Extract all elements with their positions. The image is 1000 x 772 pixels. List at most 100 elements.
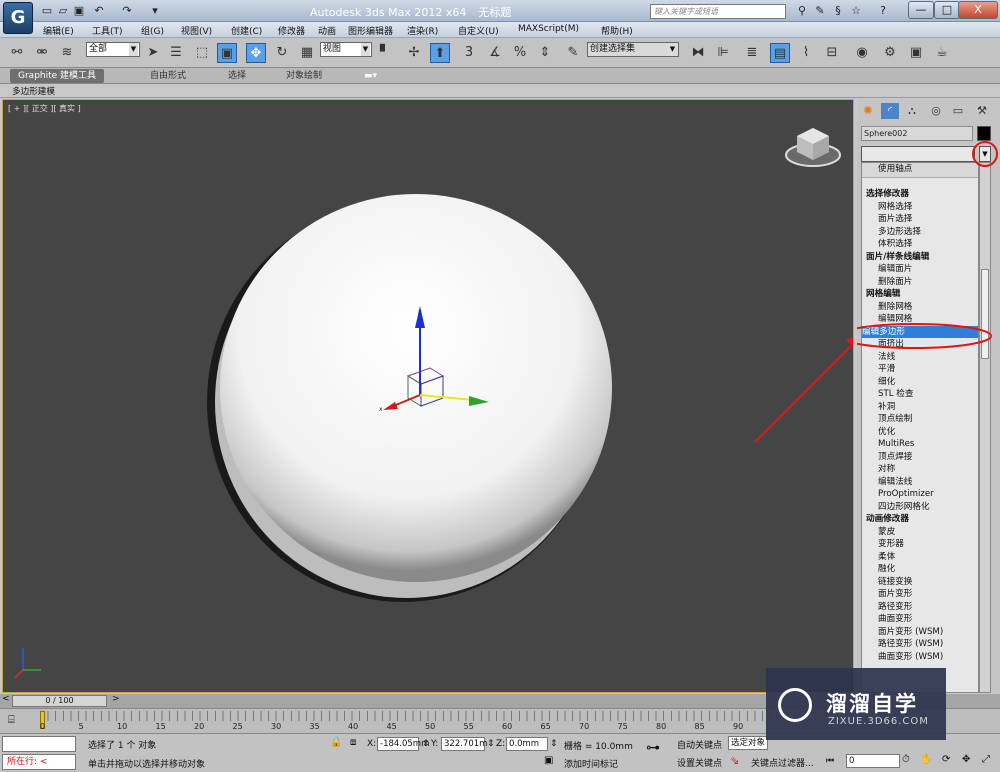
set-key-button[interactable]: 设置关键点 <box>677 756 722 769</box>
selection-filter-dropdown[interactable]: 全部 <box>86 42 140 57</box>
modifier-item[interactable]: 链接变换 <box>862 576 978 589</box>
scrollbar-thumb[interactable] <box>981 269 989 359</box>
spinner-snap-icon[interactable]: ⇕ <box>535 43 555 63</box>
maxscript-prompt[interactable]: 所在行: < <box>2 754 76 770</box>
motion-tab-icon[interactable]: ◎ <box>927 103 945 119</box>
reference-coordinate-dropdown[interactable]: 视图 <box>320 42 372 57</box>
curve-editor-icon[interactable]: ⌇ <box>796 43 816 63</box>
z-spinner-icon[interactable]: ⇕ <box>550 739 558 749</box>
key-icon[interactable]: ⊶ <box>646 740 660 756</box>
open-file-icon[interactable]: ▱ <box>56 4 70 18</box>
modifier-item[interactable]: 四边形网格化 <box>862 501 978 514</box>
create-tab-icon[interactable]: ✺ <box>859 103 877 119</box>
modifier-item[interactable]: 面片变形 <box>862 588 978 601</box>
modifier-item[interactable]: 曲面变形 (WSM) <box>862 651 978 664</box>
customize-arrow-icon[interactable]: ▾ <box>148 4 162 18</box>
zoom-icon[interactable]: ✋ <box>920 754 932 765</box>
modifier-item[interactable]: 柔体 <box>862 551 978 564</box>
select-object-icon[interactable]: ➤ <box>143 43 163 63</box>
menu-item[interactable]: 图形编辑器 <box>348 24 393 37</box>
binoculars-icon[interactable]: ⚲ <box>795 4 809 18</box>
modifier-item[interactable]: 平滑 <box>862 363 978 376</box>
modifier-item[interactable]: 面挤出 <box>862 338 978 351</box>
bind-space-warp-icon[interactable]: ≋ <box>57 43 77 63</box>
link-icon[interactable]: ⚯ <box>7 43 27 63</box>
menu-item[interactable]: 编辑(E) <box>43 24 74 37</box>
maximize-button[interactable]: □ <box>934 1 960 19</box>
pan-view-icon[interactable]: ✥ <box>962 754 970 765</box>
select-and-scale-icon[interactable]: ▦ <box>297 43 317 63</box>
modifier-item[interactable]: 体积选择 <box>862 238 978 251</box>
modifier-list[interactable]: 使用轴点 选择修改器 网格选择 面片选择 多边形选择 体积选择 面片/样条线编辑 编辑面片 删除… <box>861 162 979 693</box>
z-coordinate-field[interactable]: 0.0mm <box>506 737 548 751</box>
y-spinner-icon[interactable]: ⇕ <box>487 739 495 749</box>
angle-snap-icon[interactable]: ∡ <box>485 43 505 63</box>
save-icon[interactable]: ▣ <box>72 4 86 18</box>
auto-key-button[interactable]: 自动关键点 <box>677 738 722 751</box>
x-coordinate-field[interactable]: -184.05mm <box>377 737 429 751</box>
hierarchy-tab-icon[interactable]: ⛬ <box>903 103 921 119</box>
current-frame-field[interactable]: 0 <box>846 754 900 768</box>
rect-selection-icon[interactable]: ⬚ <box>192 43 212 63</box>
modifier-item[interactable]: 删除网格 <box>862 301 978 314</box>
y-coordinate-field[interactable]: 322.701m <box>441 737 487 751</box>
modifier-item[interactable]: 细化 <box>862 376 978 389</box>
tab-object-paint[interactable]: 对象绘制 <box>278 69 330 83</box>
graphite-toggle-icon[interactable]: ▤ <box>770 43 790 63</box>
minimize-button[interactable]: — <box>908 1 934 19</box>
menu-item[interactable]: 组(G) <box>141 24 164 37</box>
new-file-icon[interactable]: ▭ <box>40 4 54 18</box>
modifier-list-dropdown[interactable] <box>861 146 975 162</box>
modifier-item[interactable]: 蒙皮 <box>862 526 978 539</box>
snaps-toggle-icon[interactable]: 3 <box>459 43 479 63</box>
modifier-item[interactable]: 网格选择 <box>862 201 978 214</box>
utilities-tab-icon[interactable]: ⚒ <box>973 103 991 119</box>
layer-manager-icon[interactable]: ≣ <box>742 43 762 63</box>
modifier-item[interactable]: 多边形选择 <box>862 226 978 239</box>
modifier-item[interactable]: 编辑多边形 <box>862 325 978 338</box>
display-tab-icon[interactable]: ▭ <box>949 103 967 119</box>
schematic-view-icon[interactable]: ⊟ <box>822 43 842 63</box>
modifier-item[interactable]: 法线 <box>862 351 978 364</box>
mini-curve-editor-icon[interactable]: ⌸ <box>8 713 15 727</box>
menu-item[interactable]: 工具(T) <box>92 24 123 37</box>
modifier-item[interactable]: 删除面片 <box>862 276 978 289</box>
modifier-item[interactable]: 路径变形 <box>862 601 978 614</box>
select-and-rotate-icon[interactable]: ↻ <box>272 43 292 63</box>
percent-snap-icon[interactable]: % <box>510 43 530 63</box>
time-config-icon[interactable]: ⏱ <box>902 754 910 765</box>
menu-item[interactable]: 自定义(U) <box>458 24 499 37</box>
subscription-icon[interactable]: ✎ <box>813 4 827 18</box>
tab-graphite-modeling[interactable]: Graphite 建模工具 <box>10 69 105 83</box>
menu-item[interactable]: 动画 <box>318 24 336 37</box>
modifier-item[interactable]: 优化 <box>862 426 978 439</box>
sphere-object[interactable] <box>207 194 612 602</box>
set-key-icon[interactable]: ⇘ <box>730 754 739 767</box>
menu-item[interactable]: 帮助(H) <box>601 24 633 37</box>
rendered-frame-icon[interactable]: ▣ <box>906 43 926 63</box>
object-color-swatch[interactable] <box>977 126 991 141</box>
orbit-icon[interactable]: ⟳ <box>942 754 950 765</box>
render-teapot-icon[interactable]: ☕ <box>932 43 952 63</box>
menu-item[interactable]: 修改器 <box>278 24 305 37</box>
modifier-item[interactable]: 变形器 <box>862 538 978 551</box>
select-manipulate-icon[interactable]: ✢ <box>404 43 424 63</box>
modifier-item[interactable]: 使用轴点 <box>862 163 978 178</box>
maxscript-listener[interactable] <box>2 736 76 752</box>
modifier-item[interactable]: ProOptimizer <box>862 488 978 501</box>
modifier-item[interactable]: 面片变形 (WSM) <box>862 626 978 639</box>
polygon-modeling-panel[interactable]: 多边形建模 <box>12 85 55 97</box>
modifier-item[interactable]: 编辑面片 <box>862 263 978 276</box>
modifier-item[interactable]: 编辑法线 <box>862 476 978 489</box>
align-icon[interactable]: ⊫ <box>713 43 733 63</box>
menu-item[interactable]: MAXScript(M) <box>518 24 579 34</box>
modifier-item[interactable]: 对称 <box>862 463 978 476</box>
modifier-item[interactable]: 顶点焊接 <box>862 451 978 464</box>
named-selection-dropdown[interactable]: 创建选择集 <box>587 42 679 57</box>
object-name-field[interactable]: Sphere002 <box>861 126 973 141</box>
material-editor-icon[interactable]: ◉ <box>852 43 872 63</box>
key-filters-button[interactable]: 关键点过滤器... <box>751 756 814 769</box>
redo-icon[interactable]: ↷ <box>120 4 134 18</box>
add-time-tag-icon[interactable]: ▣ <box>544 755 553 766</box>
modifier-list-arrow-icon[interactable]: ▼ <box>979 146 991 162</box>
